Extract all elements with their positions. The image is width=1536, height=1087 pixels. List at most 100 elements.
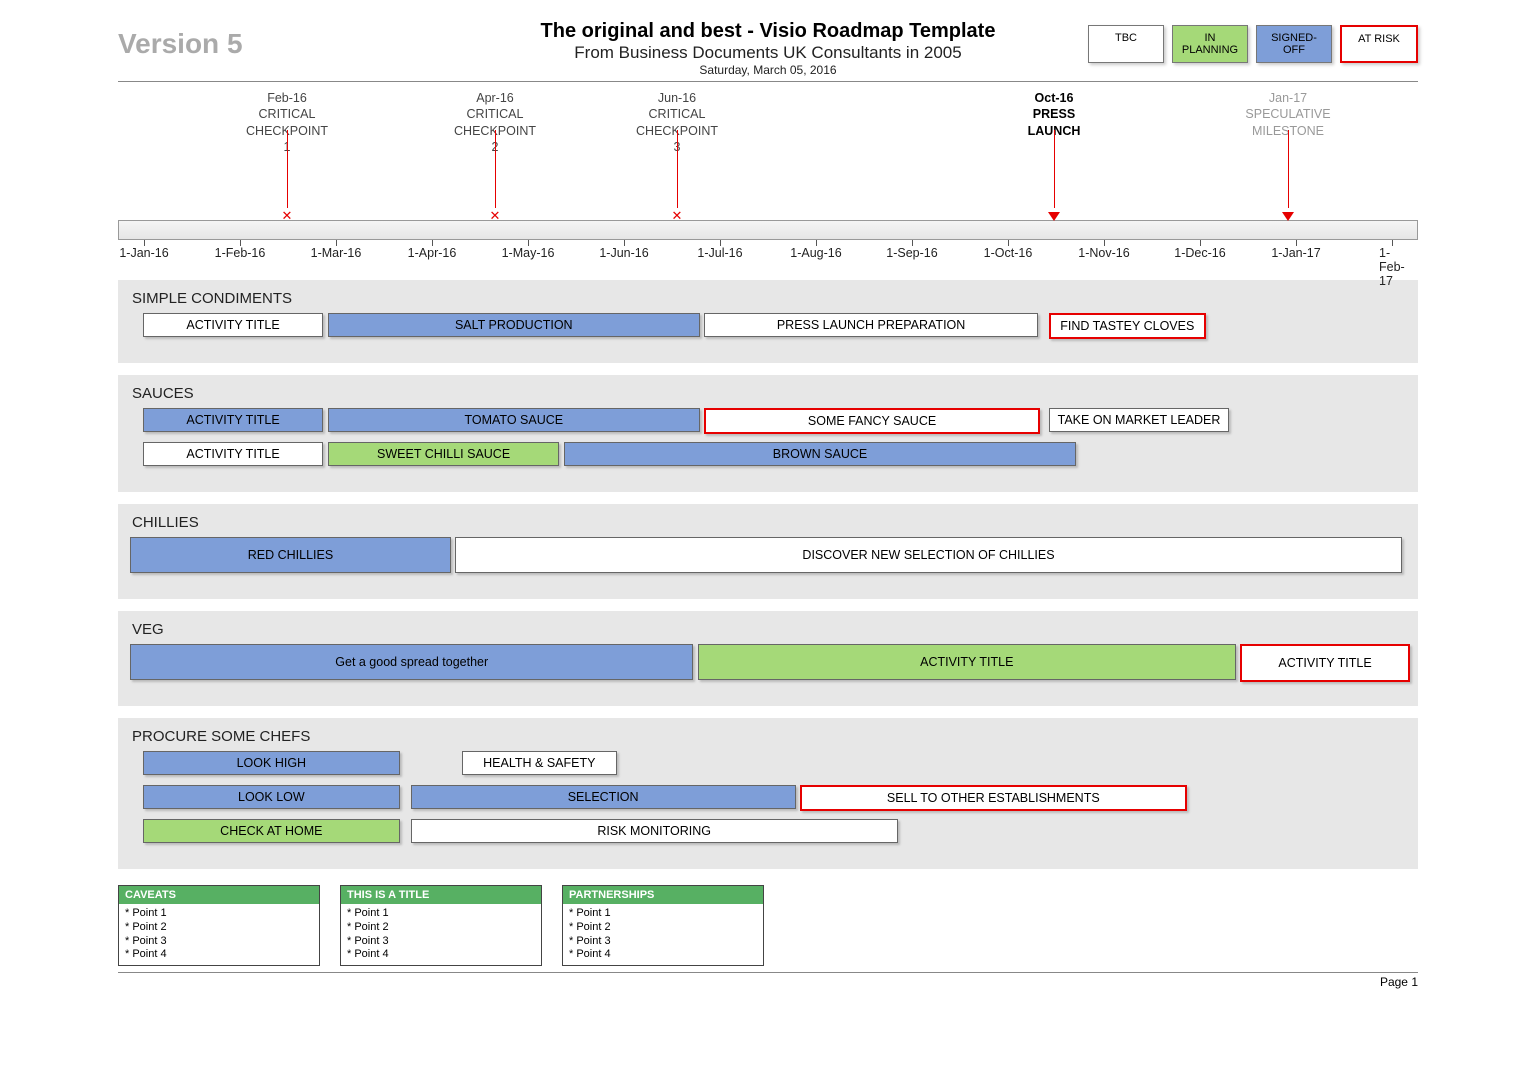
lane-row: ACTIVITY TITLETOMATO SAUCESOME FANCY SAU… [130, 408, 1406, 434]
activity-bar[interactable]: ACTIVITY TITLE [143, 313, 324, 337]
legend-risk: AT RISK [1340, 25, 1418, 63]
version-label: Version 5 [118, 28, 243, 60]
tick-label: 1-Sep-16 [886, 246, 937, 260]
milestone-text-line: SPECULATIVE [1245, 106, 1330, 122]
tick-label: 1-Feb-16 [215, 246, 266, 260]
note-title: PARTNERSHIPS [563, 886, 763, 904]
milestones-strip: Feb-16CRITICALCHECKPOINT1Apr-16CRITICALC… [118, 90, 1418, 220]
lane-body: RED CHILLIESDISCOVER NEW SELECTION OF CH… [130, 537, 1406, 575]
lane-0: SIMPLE CONDIMENTS ACTIVITY TITLESALT PROD… [118, 280, 1418, 363]
activity-bar[interactable]: CHECK AT HOME [143, 819, 400, 843]
lane-title: PROCURE SOME CHEFS [132, 728, 1406, 745]
note-body: * Point 1* Point 2* Point 3* Point 4 [119, 904, 319, 965]
activity-bar[interactable]: SALT PRODUCTION [328, 313, 700, 337]
activity-bar[interactable]: RISK MONITORING [411, 819, 898, 843]
lane-row: RED CHILLIESDISCOVER NEW SELECTION OF CH… [130, 537, 1406, 575]
activity-bar[interactable]: TAKE ON MARKET LEADER [1049, 408, 1230, 432]
note-point: * Point 1 [569, 907, 757, 921]
tick-label: 1-Jan-17 [1271, 246, 1320, 260]
note-box: CAVEATS* Point 1* Point 2* Point 3* Poin… [118, 885, 320, 966]
milestone-date: Jun-16 [636, 90, 718, 106]
milestone-date: Apr-16 [454, 90, 536, 106]
activity-bar[interactable]: SELL TO OTHER ESTABLISHMENTS [800, 785, 1187, 811]
activity-bar[interactable]: TOMATO SAUCE [328, 408, 700, 432]
legend-signed: SIGNED-OFF [1256, 25, 1332, 63]
roadmap-page: Version 5 TBCIN PLANNINGSIGNED-OFFAT RIS… [88, 0, 1448, 1009]
tick-label: 1-Jun-16 [599, 246, 648, 260]
lane-row: ACTIVITY TITLESWEET CHILLI SAUCEBROWN SA… [130, 442, 1406, 468]
note-box: THIS IS A TITLE * Point 1* Point 2* Point… [340, 885, 542, 966]
axis-ticks: 1-Jan-161-Feb-161-Mar-161-Apr-161-May-16… [118, 240, 1418, 268]
milestone-text-line: CRITICAL [454, 106, 536, 122]
note-point: * Point 3 [569, 935, 757, 949]
activity-bar[interactable]: DISCOVER NEW SELECTION OF CHILLIES [455, 537, 1401, 573]
milestone-date: Jan-17 [1245, 90, 1330, 106]
activity-bar[interactable]: LOOK HIGH [143, 751, 400, 775]
note-point: * Point 4 [569, 948, 757, 962]
lane-2: CHILLIES RED CHILLIESDISCOVER NEW SELECTI… [118, 504, 1418, 599]
activity-bar[interactable]: HEALTH & SAFETY [462, 751, 617, 775]
activity-bar[interactable]: Get a good spread together [130, 644, 693, 680]
milestone-line [1288, 130, 1289, 208]
activity-bar[interactable]: ACTIVITY TITLE [143, 442, 324, 466]
milestone-arrow-icon [1048, 209, 1060, 221]
tick-label: 1-May-16 [502, 246, 555, 260]
milestone-line [1054, 130, 1055, 208]
activity-bar[interactable]: PRESS LAUNCH PREPARATION [704, 313, 1038, 337]
milestone-x-icon: ✕ [282, 208, 293, 224]
activity-bar[interactable]: ACTIVITY TITLE [1240, 644, 1410, 682]
activity-bar[interactable]: ACTIVITY TITLE [698, 644, 1236, 680]
milestone-text-line: PRESS [1028, 106, 1081, 122]
lane-row: Get a good spread togetherACTIVITY TITLE… [130, 644, 1406, 682]
milestone-text-line: CRITICAL [246, 106, 328, 122]
activity-bar[interactable]: FIND TASTEY CLOVES [1049, 313, 1206, 339]
note-title: CAVEATS [119, 886, 319, 904]
lane-row: LOOK HIGH HEALTH & SAFETY [130, 751, 1406, 777]
activity-bar[interactable]: SOME FANCY SAUCE [704, 408, 1040, 434]
activity-bar[interactable]: SELECTION [411, 785, 796, 809]
lane-4: PROCURE SOME CHEFS LOOK HIGH HEALTH & SAFE… [118, 718, 1418, 869]
lane-row: CHECK AT HOME RISK MONITORING [130, 819, 1406, 845]
lane-title: SIMPLE CONDIMENTS [132, 290, 1406, 307]
lane-row: ACTIVITY TITLESALT PRODUCTIONPRESS LAUNC… [130, 313, 1406, 339]
note-point: * Point 2 [347, 921, 535, 935]
milestone-line [287, 130, 288, 208]
tick-label: 1-Nov-16 [1078, 246, 1129, 260]
lane-row: LOOK LOW SELECTIONSELL TO OTHER ESTABLISH… [130, 785, 1406, 811]
lane-title: SAUCES [132, 385, 1406, 402]
milestone-date: Feb-16 [246, 90, 328, 106]
tick-label: 1-Oct-16 [984, 246, 1033, 260]
note-point: * Point 1 [347, 907, 535, 921]
page-date: Saturday, March 05, 2016 [118, 63, 1418, 77]
lane-1: SAUCES ACTIVITY TITLETOMATO SAUCESOME FAN… [118, 375, 1418, 492]
note-title: THIS IS A TITLE [341, 886, 541, 904]
milestone-text-line: CRITICAL [636, 106, 718, 122]
axis-bar [118, 220, 1418, 240]
tick-label: 1-Dec-16 [1174, 246, 1225, 260]
note-point: * Point 2 [569, 921, 757, 935]
milestone-x-icon: ✕ [490, 208, 501, 224]
lane-body: Get a good spread togetherACTIVITY TITLE… [130, 644, 1406, 682]
lane-title: CHILLIES [132, 514, 1406, 531]
notes-row: CAVEATS* Point 1* Point 2* Point 3* Poin… [118, 885, 1418, 966]
note-point: * Point 2 [125, 921, 313, 935]
tick-label: 1-Mar-16 [311, 246, 362, 260]
milestone-arrow-icon [1282, 209, 1294, 221]
note-body: * Point 1* Point 2* Point 3* Point 4 [563, 904, 763, 965]
tick-label: 1-Jan-16 [119, 246, 168, 260]
activity-bar[interactable]: LOOK LOW [143, 785, 400, 809]
activity-bar[interactable]: RED CHILLIES [130, 537, 451, 573]
milestone-line [495, 130, 496, 208]
lanes-container: SIMPLE CONDIMENTSACTIVITY TITLESALT PROD… [118, 280, 1418, 869]
legend-planning: IN PLANNING [1172, 25, 1248, 63]
activity-bar[interactable]: BROWN SAUCE [564, 442, 1076, 466]
milestone-line [677, 130, 678, 208]
lane-3: VEGGet a good spread togetherACTIVITY TI… [118, 611, 1418, 706]
activity-bar[interactable]: ACTIVITY TITLE [143, 408, 324, 432]
milestone-x-icon: ✕ [672, 208, 683, 224]
note-point: * Point 3 [347, 935, 535, 949]
note-box: PARTNERSHIPS* Point 1* Point 2* Point 3*… [562, 885, 764, 966]
lane-title: VEG [132, 621, 1406, 638]
milestone-date: Oct-16 [1028, 90, 1081, 106]
activity-bar[interactable]: SWEET CHILLI SAUCE [328, 442, 560, 466]
